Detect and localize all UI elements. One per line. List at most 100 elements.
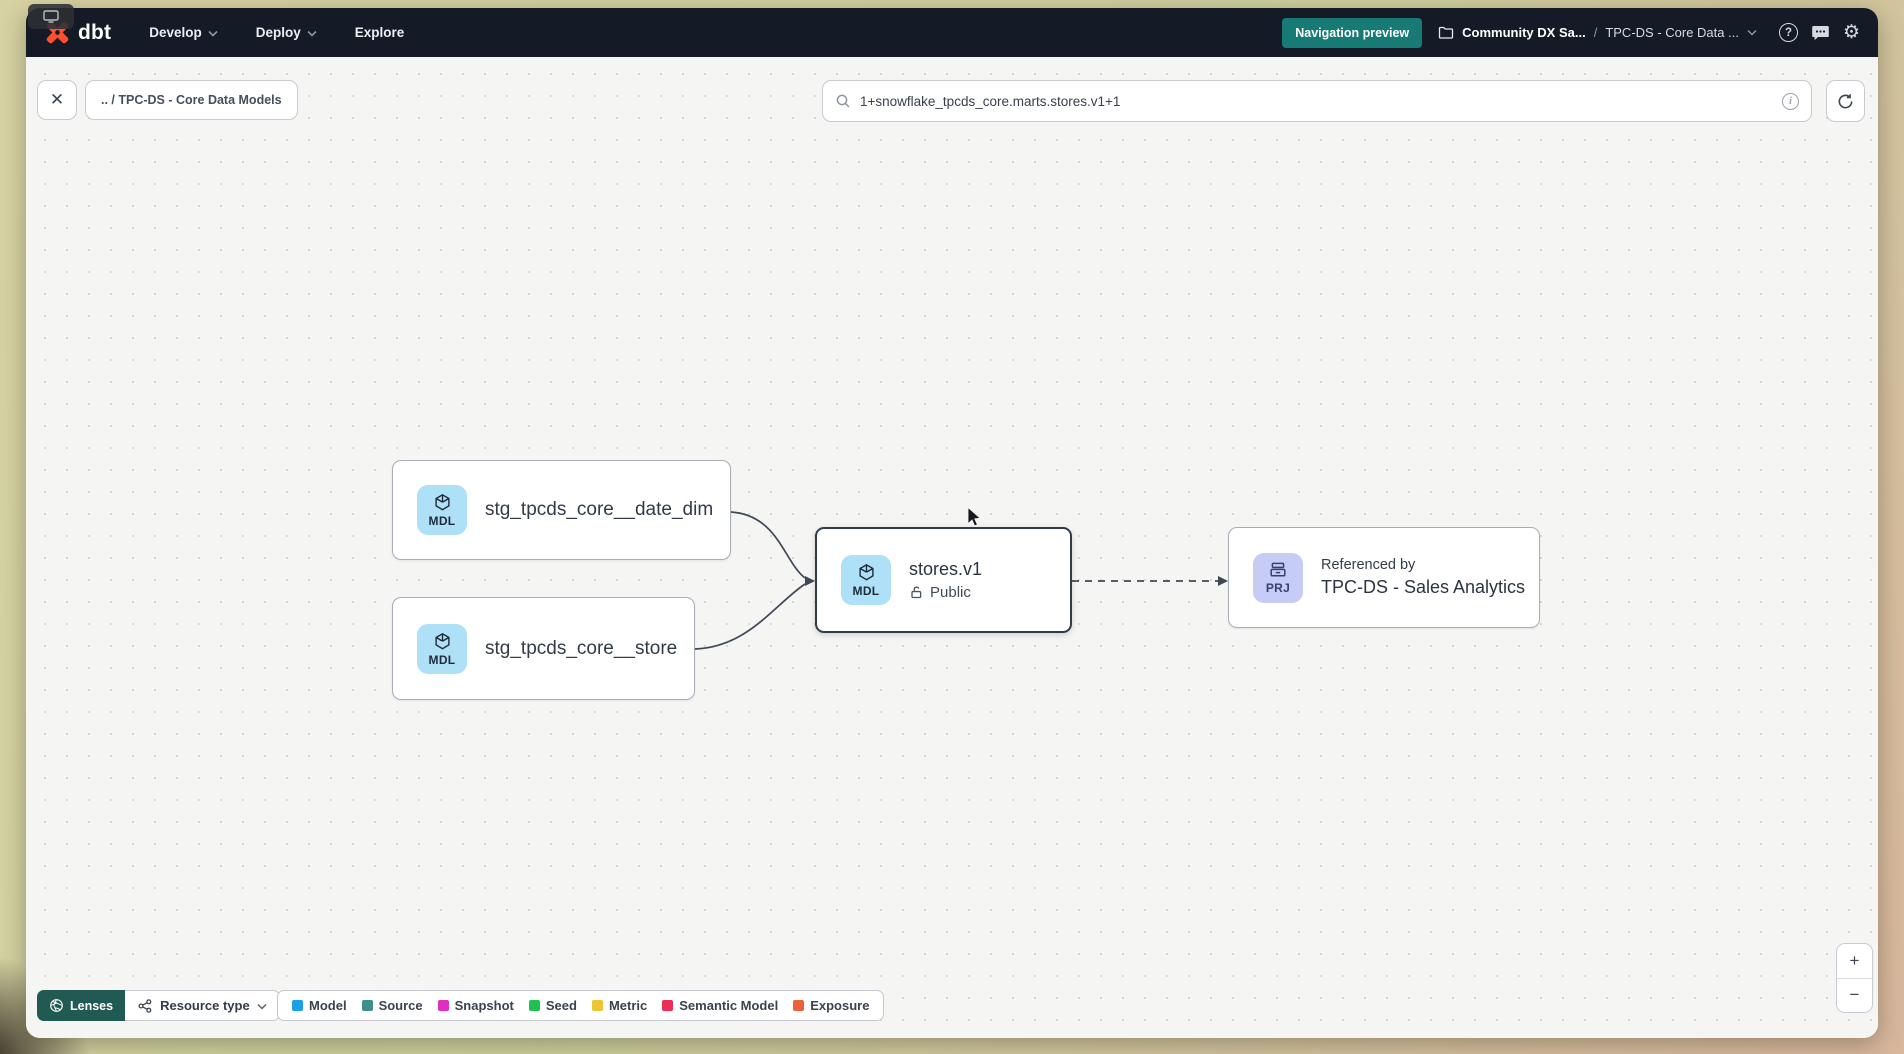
cube-icon: [432, 631, 453, 652]
legend-item-source: Source: [362, 998, 423, 1013]
cube-icon: [432, 492, 453, 513]
node-label: TPC-DS - Sales Analytics: [1321, 577, 1525, 598]
badge-label: PRJ: [1266, 581, 1290, 595]
node-text: stores.v1 Public: [909, 559, 982, 601]
node-label: stg_tpcds_core__store: [485, 638, 677, 660]
badge-label: MDL: [429, 653, 456, 667]
legend-label: Seed: [546, 998, 577, 1013]
mouse-cursor: [966, 506, 983, 528]
node-label: stg_tpcds_core__date_dim: [485, 499, 713, 521]
resource-legend: Model Source Snapshot Seed Metric Semant…: [277, 990, 884, 1021]
access-label: Public: [930, 584, 971, 601]
referenced-by-label: Referenced by: [1321, 557, 1525, 573]
legend-label: Snapshot: [455, 998, 514, 1013]
legend-label: Semantic Model: [679, 998, 778, 1013]
node-referenced-by-project[interactable]: PRJ Referenced by TPC-DS - Sales Analyti…: [1228, 527, 1540, 628]
chevron-down-icon: [307, 30, 317, 37]
close-lineage-button[interactable]: ✕: [37, 80, 77, 120]
close-icon: ✕: [50, 90, 64, 110]
model-badge: MDL: [841, 555, 891, 605]
monitor-icon: [43, 10, 59, 23]
project-badge: PRJ: [1253, 553, 1303, 603]
legend-item-snapshot: Snapshot: [438, 998, 514, 1013]
nav-item-deploy[interactable]: Deploy: [256, 25, 317, 40]
nav-item-explore[interactable]: Explore: [355, 25, 405, 40]
resource-type-icon: [137, 998, 153, 1014]
info-icon[interactable]: i: [1782, 93, 1799, 110]
legend-swatch: [362, 1000, 373, 1011]
refresh-lineage-button[interactable]: [1826, 80, 1865, 122]
model-badge: MDL: [417, 624, 467, 674]
legend-item-exposure: Exposure: [793, 998, 869, 1013]
arrowhead: [1218, 576, 1228, 586]
navigation-preview-badge[interactable]: Navigation preview: [1282, 18, 1422, 48]
node-text: Referenced by TPC-DS - Sales Analytics: [1321, 557, 1525, 598]
lenses-aperture-icon: [49, 998, 64, 1013]
help-button[interactable]: ?: [1779, 23, 1798, 42]
nav-item-label: Explore: [355, 25, 405, 40]
node-stores-v1[interactable]: MDL stores.v1 Public: [815, 527, 1072, 633]
navbar-right: Navigation preview Community DX Sa... / …: [1282, 18, 1860, 48]
gear-icon: ⚙: [1843, 23, 1860, 42]
chevron-down-icon: [257, 1003, 267, 1010]
nav-item-develop[interactable]: Develop: [149, 25, 218, 40]
legend-swatch: [592, 1000, 603, 1011]
chevron-down-icon: [1747, 29, 1757, 36]
legend-item-seed: Seed: [529, 998, 577, 1013]
node-stg-tpcds-core-store[interactable]: MDL stg_tpcds_core__store: [392, 597, 695, 700]
badge-label: MDL: [853, 584, 880, 598]
node-access: Public: [909, 584, 982, 601]
arrowhead: [805, 576, 815, 586]
path-separator: /: [1594, 25, 1598, 40]
refresh-icon: [1837, 93, 1854, 110]
zoom-controls: + −: [1836, 943, 1873, 1013]
project-name: TPC-DS - Core Data ...: [1605, 25, 1739, 40]
app-window: dbt Develop Deploy Explore Navigation pr…: [26, 8, 1878, 1038]
cube-icon: [856, 562, 877, 583]
node-stg-tpcds-core-date-dim[interactable]: MDL stg_tpcds_core__date_dim: [392, 460, 731, 560]
badge-label: MDL: [429, 514, 456, 528]
archive-stack-icon: [1268, 560, 1288, 580]
account-breadcrumb[interactable]: Community DX Sa... / TPC-DS - Core Data …: [1438, 25, 1757, 40]
legend-label: Exposure: [810, 998, 869, 1013]
lineage-breadcrumb-button[interactable]: .. / TPC-DS - Core Data Models: [85, 80, 298, 120]
legend-item-semantic-model: Semantic Model: [662, 998, 778, 1013]
lineage-canvas[interactable]: ✕ .. / TPC-DS - Core Data Models i: [26, 57, 1878, 1038]
nav-item-label: Develop: [149, 25, 202, 40]
legend-swatch: [292, 1000, 303, 1011]
search-icon: [835, 93, 851, 109]
help-icon: ?: [1779, 23, 1798, 42]
legend-swatch: [793, 1000, 804, 1011]
legend-label: Model: [309, 998, 347, 1013]
lenses-label: Lenses: [70, 999, 113, 1013]
legend-item-model: Model: [292, 998, 347, 1013]
model-badge: MDL: [417, 485, 467, 535]
navbar-icons: ? ⚙: [1779, 23, 1860, 42]
unlock-icon: [909, 585, 924, 600]
edge-store-to-stores: [695, 584, 805, 649]
dbt-logo-text: dbt: [78, 21, 111, 45]
lens-controls: Lenses Resource type: [37, 990, 280, 1021]
zoom-out-button[interactable]: −: [1837, 979, 1872, 1013]
legend-swatch: [662, 1000, 673, 1011]
search-input[interactable]: [860, 94, 1773, 109]
legend-label: Source: [379, 998, 423, 1013]
screen-share-indicator: [28, 4, 74, 29]
edge-date-dim-to-stores: [731, 512, 805, 578]
resource-type-label: Resource type: [160, 998, 250, 1013]
legend-label: Metric: [609, 998, 647, 1013]
node-label: stores.v1: [909, 559, 982, 580]
feedback-chat-icon: [1811, 24, 1830, 42]
folder-icon: [1438, 25, 1454, 40]
legend-swatch: [438, 1000, 449, 1011]
feedback-button[interactable]: [1811, 24, 1830, 42]
lineage-search[interactable]: i: [822, 80, 1812, 122]
settings-button[interactable]: ⚙: [1843, 23, 1860, 42]
zoom-in-button[interactable]: +: [1837, 944, 1872, 979]
resource-type-button[interactable]: Resource type: [125, 990, 280, 1021]
chevron-down-icon: [208, 30, 218, 37]
lenses-button[interactable]: Lenses: [37, 990, 125, 1021]
legend-item-metric: Metric: [592, 998, 647, 1013]
top-navbar: dbt Develop Deploy Explore Navigation pr…: [26, 8, 1878, 57]
nav-menu: Develop Deploy Explore: [149, 25, 404, 40]
